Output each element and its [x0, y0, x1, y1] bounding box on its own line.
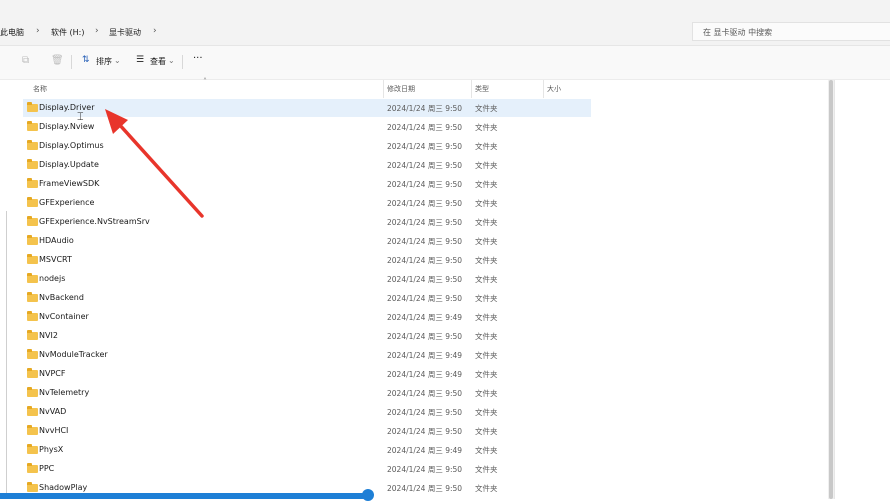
mouse-cursor-icon: ⌶ [77, 110, 84, 123]
annotation-arrow [105, 109, 204, 218]
